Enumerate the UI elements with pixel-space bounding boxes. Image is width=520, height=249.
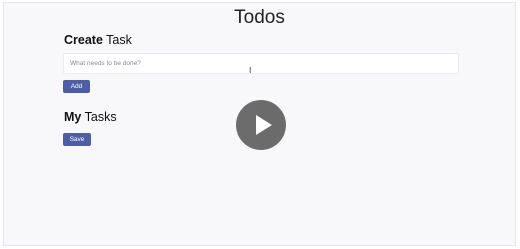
save-button[interactable]: Save — [63, 133, 91, 146]
my-tasks-heading-bold: My — [64, 110, 82, 124]
play-button[interactable] — [236, 100, 286, 150]
create-heading-bold: Create — [64, 33, 103, 47]
app-title: Todos — [234, 7, 285, 28]
my-tasks-heading-rest: Tasks — [81, 110, 117, 124]
add-task-button[interactable]: Add — [63, 80, 90, 93]
play-icon — [256, 115, 272, 135]
my-tasks-heading: My Tasks — [64, 110, 117, 124]
create-task-heading: Create Task — [64, 33, 132, 47]
text-cursor-icon: I — [249, 66, 252, 75]
app-window: Todos Create Task I Add My Tasks Save — [3, 2, 516, 246]
new-task-input[interactable] — [63, 53, 459, 74]
create-heading-rest: Task — [102, 33, 132, 47]
